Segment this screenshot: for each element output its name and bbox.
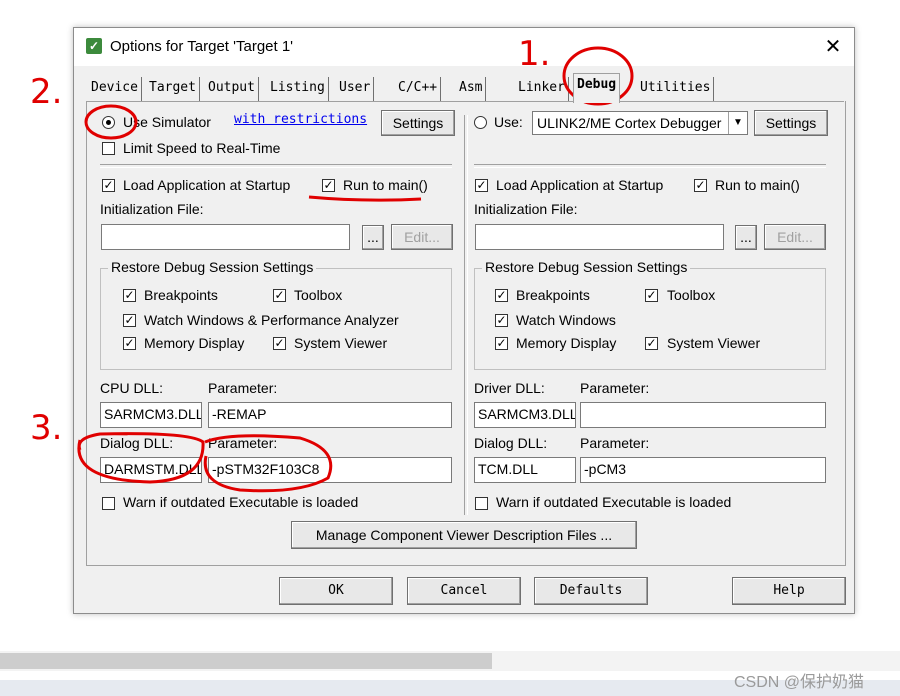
annotation-three: 3. — [30, 408, 63, 448]
run-to-main-underline — [308, 195, 422, 202]
watermark: CSDN @保护奶猫 — [734, 674, 865, 691]
annotation-one: 1. — [518, 34, 551, 74]
simulator-circle — [84, 104, 138, 140]
scrollbar-thumb[interactable] — [0, 653, 492, 669]
annotation-overlay — [77, 46, 634, 493]
annotation-two: 2. — [30, 72, 63, 112]
tab-debug[interactable]: Debug — [573, 73, 621, 103]
dialog-dll-circle — [77, 432, 205, 484]
dialog-param-circle — [203, 434, 333, 493]
